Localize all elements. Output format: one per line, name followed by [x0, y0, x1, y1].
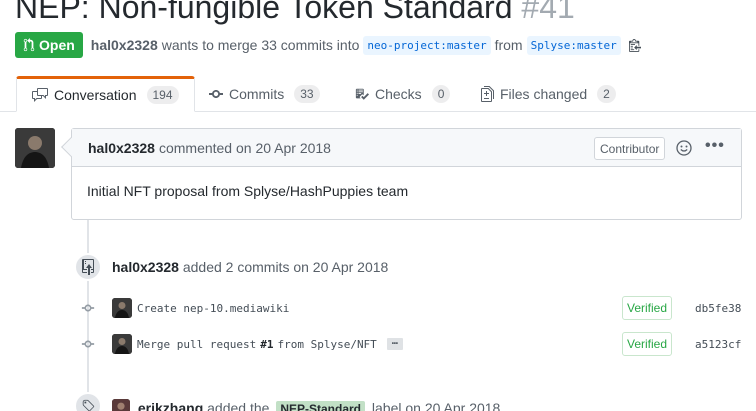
checklist-icon — [355, 86, 369, 102]
verified-badge[interactable]: Verified — [622, 332, 673, 356]
tab-counter: 194 — [146, 86, 179, 104]
event-action-prefix: added the — [207, 400, 270, 411]
commit-row: Merge pull request #1 from Splyse/NFT … … — [80, 332, 750, 356]
event-author[interactable]: erikzhang — [138, 400, 203, 411]
pr-title-text: NEP: Non-fungible Token Standard — [15, 0, 513, 25]
tab-label: Commits — [229, 86, 285, 102]
git-commit-icon — [80, 336, 96, 352]
tab-label: Files changed — [500, 86, 588, 102]
issue-label[interactable]: NEP-Standard — [276, 401, 366, 411]
author-association-badge: Contributor — [594, 137, 666, 160]
comment-box: hal0x2328 commented on 20 Apr 2018 Contr… — [61, 128, 742, 220]
git-commit-icon — [80, 300, 96, 316]
from-text: from — [494, 37, 523, 53]
commit-message-link[interactable]: Create nep-10.mediawiki — [137, 302, 289, 315]
repo-push-icon — [74, 253, 102, 281]
commit-message-suffix: from Splyse/NFT — [277, 337, 377, 351]
kebab-horizontal-icon[interactable]: ••• — [705, 137, 725, 155]
git-commit-icon — [209, 86, 223, 102]
commit-message-prefix: Merge pull request — [137, 337, 257, 351]
avatar[interactable] — [15, 128, 55, 168]
commit-message-link[interactable]: Merge pull request #1 from Splyse/NFT … — [137, 337, 403, 351]
tab-checks[interactable]: Checks 0 — [355, 76, 451, 112]
commit-message: Create nep-10.mediawiki — [137, 301, 290, 315]
label-added-event: erikzhang added the NEP-Standard label o… — [112, 399, 500, 411]
comment-discussion-icon — [32, 87, 48, 103]
comment-timestamp[interactable]: commented on 20 Apr 2018 — [159, 140, 331, 156]
event-action-suffix: label on 20 Apr 2018 — [371, 400, 501, 411]
tab-counter: 0 — [431, 85, 451, 103]
tab-label: Conversation — [54, 87, 137, 103]
comment-header: hal0x2328 commented on 20 Apr 2018 Contr… — [61, 129, 741, 167]
tab-commits[interactable]: Commits 33 — [209, 76, 320, 112]
commit-sha[interactable]: a5123cf — [695, 338, 741, 351]
avatar[interactable] — [112, 334, 132, 354]
commit-row: Create nep-10.mediawiki Verified db5fe38 — [80, 296, 750, 320]
head-branch[interactable]: Splyse:master — [526, 35, 621, 55]
comment-author[interactable]: hal0x2328 — [88, 140, 155, 156]
base-branch[interactable]: neo-project:master — [363, 35, 491, 55]
comment-body: Initial NFT proposal from Splyse/HashPup… — [87, 183, 409, 199]
tag-icon — [74, 392, 102, 411]
git-pull-request-icon — [23, 38, 35, 52]
expand-commit-button[interactable]: … — [386, 337, 403, 350]
clipboard-icon[interactable] — [628, 38, 641, 52]
verified-badge[interactable]: Verified — [622, 296, 673, 320]
commits-added-event: hal0x2328 added 2 commits on 20 Apr 2018 — [112, 259, 388, 275]
tab-counter: 2 — [597, 85, 616, 103]
commit-sha[interactable]: db5fe38 — [695, 302, 741, 315]
event-action: added 2 commits on 20 Apr 2018 — [182, 259, 389, 275]
event-author[interactable]: hal0x2328 — [112, 259, 179, 275]
pr-number: #41 — [521, 0, 575, 25]
diff-icon — [481, 86, 494, 102]
pr-title: NEP: Non-fungible Token Standard #41 — [15, 0, 575, 26]
comment-caret — [61, 137, 81, 157]
pr-reference-link[interactable]: #1 — [260, 338, 273, 351]
pr-author-link[interactable]: hal0x2328 — [91, 37, 158, 53]
avatar[interactable] — [112, 399, 130, 411]
merge-text: wants to merge 33 commits into — [161, 37, 360, 53]
tab-counter: 33 — [294, 85, 320, 103]
tab-conversation[interactable]: Conversation 194 — [16, 76, 195, 112]
state-label: Open — [39, 37, 75, 53]
pr-meta: Open hal0x2328 wants to merge 33 commits… — [15, 32, 641, 58]
avatar[interactable] — [112, 298, 132, 318]
smiley-icon[interactable] — [676, 140, 692, 159]
tab-files-changed[interactable]: Files changed 2 — [481, 76, 616, 112]
state-badge: Open — [15, 32, 83, 58]
tab-label: Checks — [375, 86, 422, 102]
